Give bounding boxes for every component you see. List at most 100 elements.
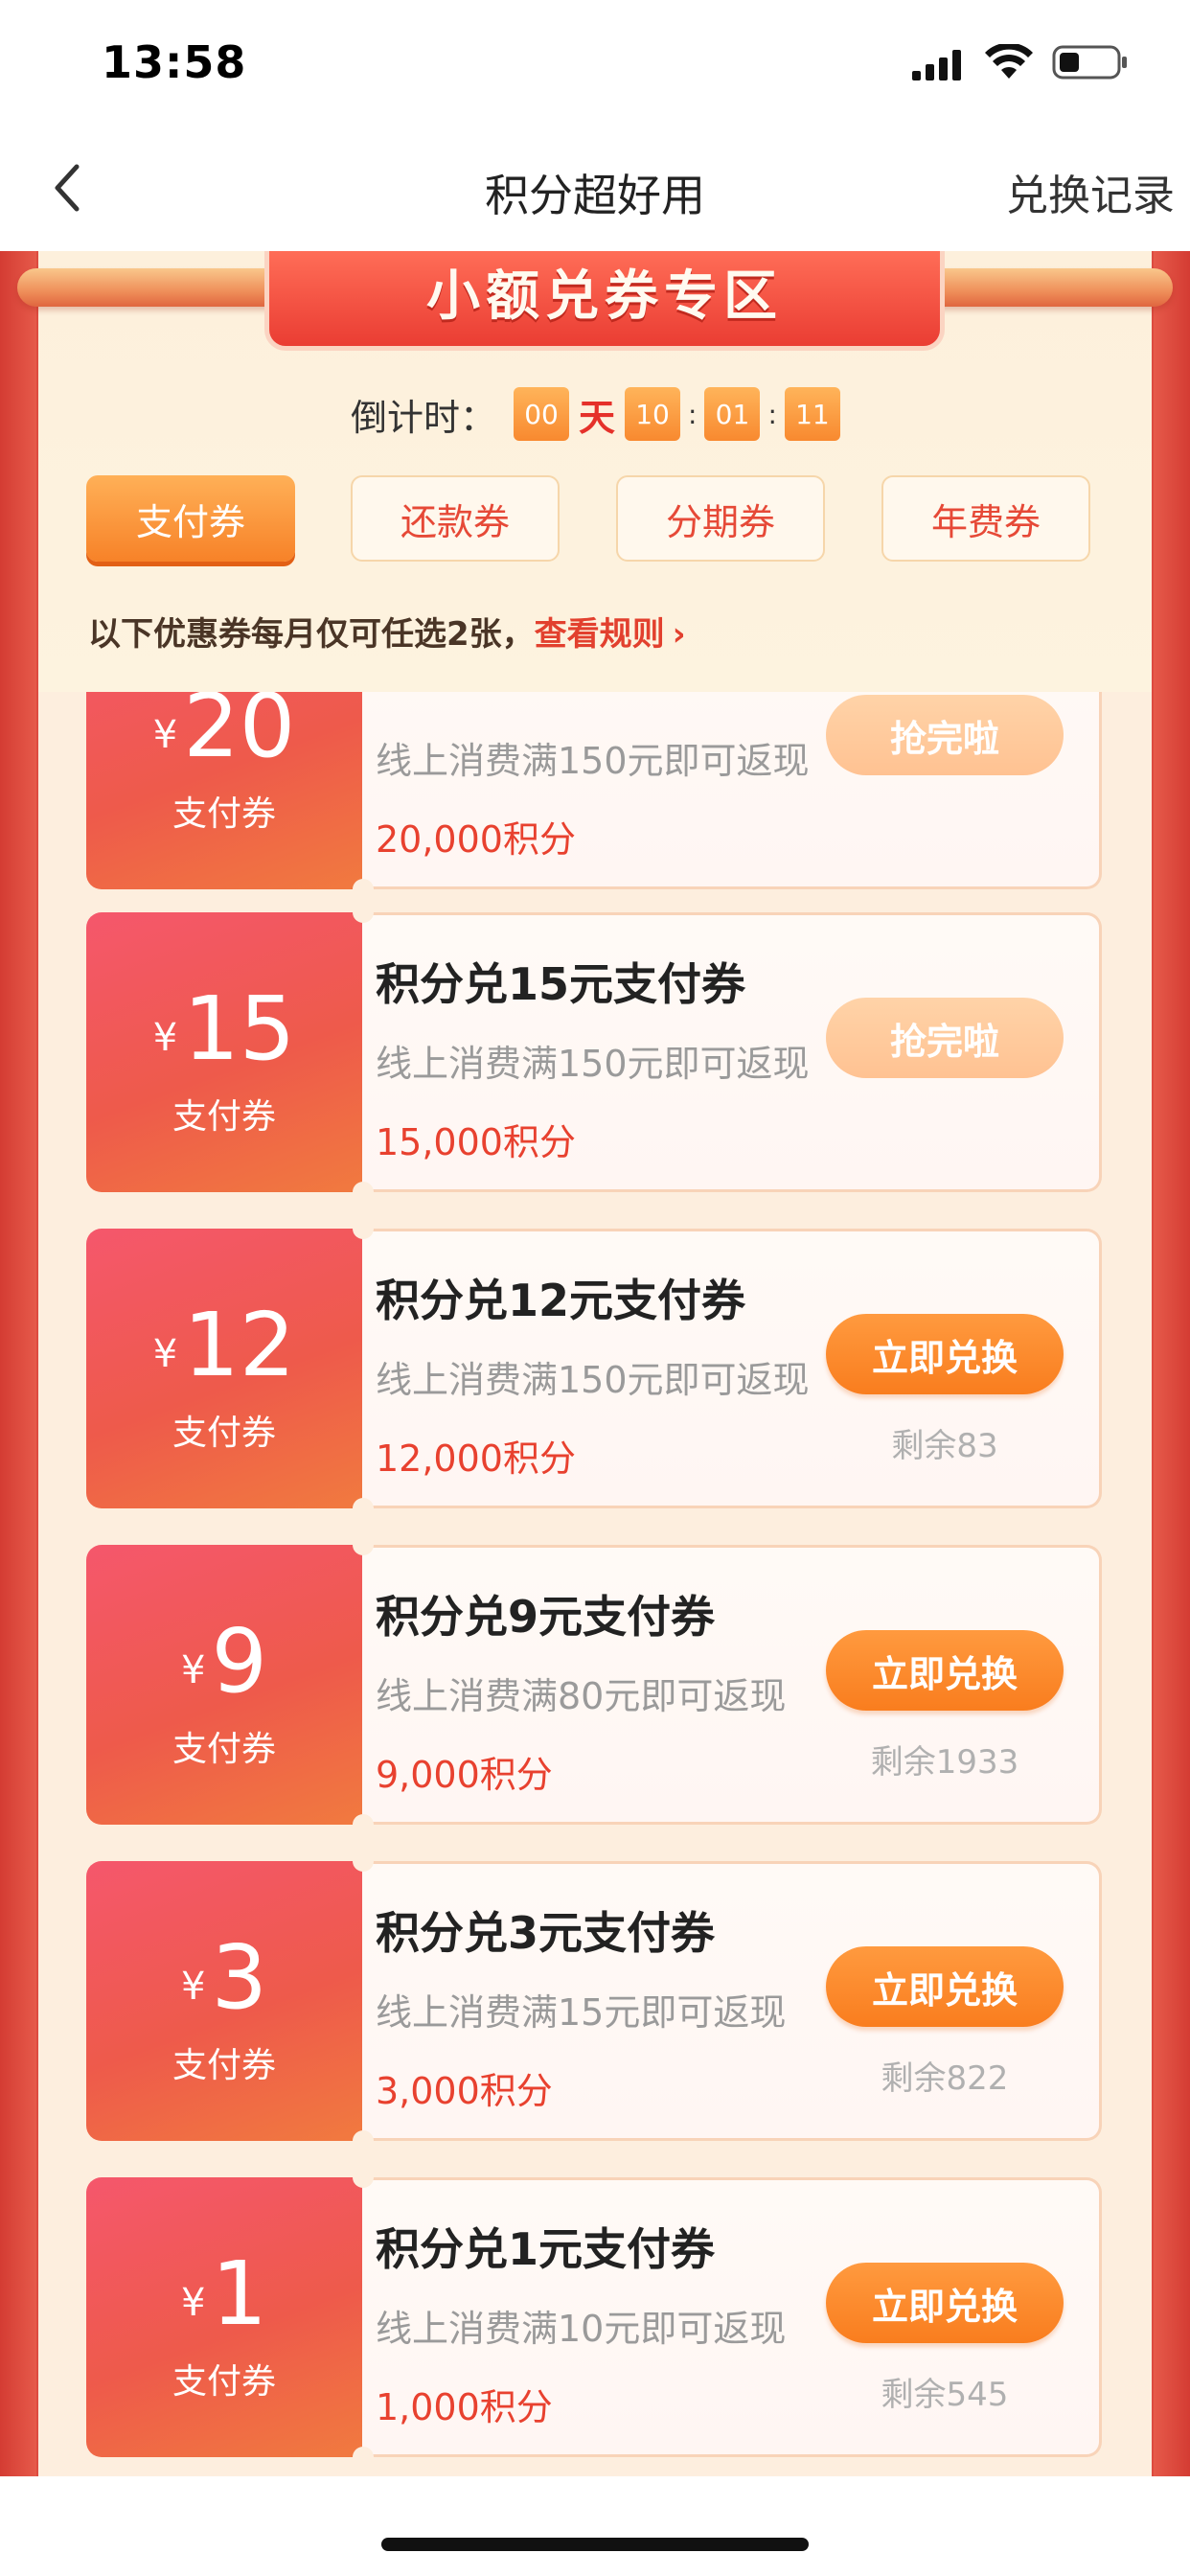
coupon-description: 线上消费满150元即可返现 bbox=[376, 1043, 810, 1085]
status-time: 13:58 bbox=[102, 36, 247, 88]
coupon-title: 积分兑1元支付券 bbox=[376, 2223, 716, 2275]
coupon-value-block: ¥ 3 支付券 bbox=[86, 1861, 362, 2141]
coupon-info-block: 积分兑1元支付券 线上消费满10元即可返现 1,000积分 立即兑换 剩余545 bbox=[362, 2177, 1102, 2457]
redeem-button[interactable]: 立即兑换 bbox=[826, 2263, 1064, 2343]
coupon-value-block: ¥ 1 支付券 bbox=[86, 2177, 362, 2457]
redeem-button[interactable]: 立即兑换 bbox=[826, 1314, 1064, 1394]
countdown-seconds: 11 bbox=[784, 387, 840, 441]
coupon-info-block: 积分兑9元支付券 线上消费满80元即可返现 9,000积分 立即兑换 剩余193… bbox=[362, 1545, 1102, 1825]
countdown-days: 00 bbox=[514, 387, 570, 441]
yen-symbol: ¥ bbox=[152, 1016, 178, 1060]
tab-installment-coupon[interactable]: 分期券 bbox=[616, 475, 825, 562]
coupon-title: 积分兑9元支付券 bbox=[376, 1591, 716, 1643]
notice: 以下优惠券每月仅可任选2张，查看规则 › bbox=[88, 608, 686, 655]
remaining-count: 剩余822 bbox=[881, 2059, 1009, 2098]
yen-symbol: ¥ bbox=[181, 2281, 206, 2325]
home-indicator[interactable] bbox=[381, 2538, 809, 2551]
section-banner: 小额兑券专区 bbox=[264, 251, 945, 351]
coupon-amount: ¥ 12 bbox=[86, 1288, 362, 1393]
coupon-type: 支付券 bbox=[172, 1730, 276, 1769]
countdown-minutes: 01 bbox=[704, 387, 761, 441]
coupon-description: 线上消费满10元即可返现 bbox=[376, 2308, 787, 2350]
coupon-amount-value: 20 bbox=[183, 692, 296, 777]
wifi-icon bbox=[985, 44, 1033, 79]
coupon-points-cost: 9,000积分 bbox=[376, 1754, 553, 1796]
notice-text: 以下优惠券每月仅可任选2张， bbox=[88, 615, 535, 654]
coupon-notch bbox=[353, 1534, 374, 1555]
frame-edge-left bbox=[0, 251, 36, 2476]
tab-annual-fee-coupon[interactable]: 年费券 bbox=[881, 475, 1090, 562]
coupon-notch bbox=[353, 1218, 374, 1239]
coupon-notch bbox=[353, 2167, 374, 2188]
sold-out-button[interactable]: 抢完啦 bbox=[826, 695, 1064, 775]
exchange-records-link[interactable]: 兑换记录 bbox=[1006, 161, 1175, 222]
coupon-info-block: 积分兑15元支付券 线上消费满150元即可返现 15,000积分 抢完啦 bbox=[362, 912, 1102, 1192]
countdown-day-unit: 天 bbox=[579, 396, 616, 439]
coupon-amount: ¥ 3 bbox=[86, 1920, 362, 2026]
coupon-type: 支付券 bbox=[172, 1097, 276, 1137]
chevron-right-icon[interactable]: › bbox=[673, 615, 686, 654]
coupon-type: 支付券 bbox=[172, 2362, 276, 2402]
battery-icon bbox=[1052, 45, 1127, 80]
yen-symbol: ¥ bbox=[181, 1965, 206, 2009]
nav-bar: 积分超好用 兑换记录 bbox=[0, 125, 1190, 251]
coupon-title: 积分兑3元支付券 bbox=[376, 1907, 716, 1959]
coupon-card: ¥ 15 支付券 积分兑15元支付券 线上消费满150元即可返现 15,000积… bbox=[86, 902, 1102, 1203]
coupon-info-block: 积分兑12元支付券 线上消费满150元即可返现 12,000积分 立即兑换 剩余… bbox=[362, 1229, 1102, 1508]
coupon-info-block: 线上消费满150元即可返现 20,000积分 抢完啦 bbox=[362, 692, 1102, 889]
coupon-description: 线上消费满150元即可返现 bbox=[376, 740, 810, 782]
coupon-notch bbox=[353, 2130, 374, 2151]
coupon-value-block: ¥ 9 支付券 bbox=[86, 1545, 362, 1825]
coupon-amount-value: 1 bbox=[211, 2242, 267, 2345]
coupon-points-cost: 15,000积分 bbox=[376, 1121, 576, 1163]
countdown-hours: 10 bbox=[625, 387, 681, 441]
coupon-amount: ¥ 20 bbox=[86, 692, 362, 774]
coupon-card: ¥ 1 支付券 积分兑1元支付券 线上消费满10元即可返现 1,000积分 立即… bbox=[86, 2167, 1102, 2468]
coupon-value-block: ¥ 12 支付券 bbox=[86, 1229, 362, 1508]
coupon-notch bbox=[353, 902, 374, 923]
coupon-description: 线上消费满15元即可返现 bbox=[376, 1991, 787, 2034]
coupon-points-cost: 1,000积分 bbox=[376, 2386, 553, 2428]
coupon-amount: ¥ 9 bbox=[86, 1604, 362, 1710]
coupon-type: 支付券 bbox=[172, 794, 276, 834]
remaining-count: 剩余1933 bbox=[870, 1743, 1019, 1782]
sold-out-button[interactable]: 抢完啦 bbox=[826, 998, 1064, 1078]
coupon-amount: ¥ 1 bbox=[86, 2237, 362, 2342]
yen-symbol: ¥ bbox=[152, 713, 178, 757]
coupon-points-cost: 3,000积分 bbox=[376, 2070, 553, 2112]
coupon-notch bbox=[353, 2447, 374, 2468]
coupon-points-cost: 20,000积分 bbox=[376, 818, 576, 861]
coupon-notch bbox=[353, 879, 374, 900]
coupon-card: ¥ 9 支付券 积分兑9元支付券 线上消费满80元即可返现 9,000积分 立即… bbox=[86, 1534, 1102, 1835]
coupon-notch bbox=[353, 1814, 374, 1835]
view-rules-link[interactable]: 查看规则 bbox=[535, 615, 665, 654]
coupon-amount-value: 3 bbox=[211, 1926, 267, 2029]
countdown-separator: : bbox=[688, 398, 698, 430]
coupon-points-cost: 12,000积分 bbox=[376, 1438, 576, 1480]
coupon-description: 线上消费满80元即可返现 bbox=[376, 1675, 787, 1717]
coupon-value-block: ¥ 20 支付券 bbox=[86, 692, 362, 889]
countdown-separator: : bbox=[767, 398, 777, 430]
coupon-title: 积分兑12元支付券 bbox=[376, 1275, 746, 1326]
frame-edge-right bbox=[1154, 251, 1190, 2476]
coupon-type: 支付券 bbox=[172, 2046, 276, 2085]
coupon-notch bbox=[353, 1182, 374, 1203]
coupon-amount-value: 12 bbox=[183, 1294, 296, 1396]
coupon-notch bbox=[353, 1498, 374, 1519]
coupon-type: 支付券 bbox=[172, 1414, 276, 1453]
status-bar: 13:58 bbox=[0, 0, 1190, 125]
countdown-label: 倒计时： bbox=[351, 396, 497, 439]
coupon-list[interactable]: ¥ 20 支付券 线上消费满150元即可返现 20,000积分 抢完啦 ¥ 15… bbox=[38, 692, 1152, 2476]
bottom-safe-area bbox=[0, 2476, 1190, 2576]
tab-payment-coupon[interactable]: 支付券 bbox=[86, 475, 295, 562]
countdown: 倒计时： 00 天 10 : 01 : 11 bbox=[351, 387, 840, 441]
coupon-notch bbox=[353, 1851, 374, 1872]
redeem-button[interactable]: 立即兑换 bbox=[826, 1630, 1064, 1711]
remaining-count: 剩余545 bbox=[881, 2376, 1009, 2414]
tab-repayment-coupon[interactable]: 还款券 bbox=[351, 475, 560, 562]
redeem-button[interactable]: 立即兑换 bbox=[826, 1946, 1064, 2027]
signal-icon bbox=[912, 50, 961, 80]
coupon-amount-value: 9 bbox=[211, 1610, 267, 1713]
coupon-card: ¥ 3 支付券 积分兑3元支付券 线上消费满15元即可返现 3,000积分 立即… bbox=[86, 1851, 1102, 2151]
coupon-value-block: ¥ 15 支付券 bbox=[86, 912, 362, 1192]
